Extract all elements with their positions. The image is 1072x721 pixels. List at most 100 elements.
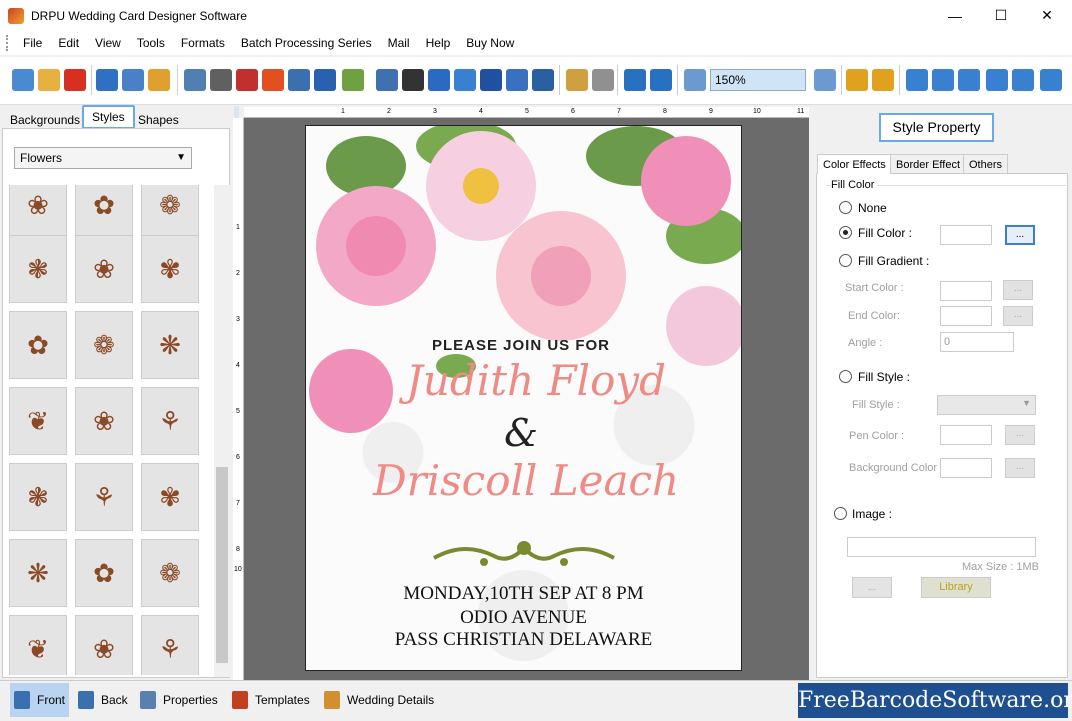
barcode-icon[interactable] <box>402 69 424 91</box>
style-thumbnail[interactable]: ⚘ <box>141 615 199 675</box>
style-thumbnail[interactable]: ✿ <box>75 539 133 607</box>
tab-others[interactable]: Others <box>963 154 1009 174</box>
style-thumbnail[interactable]: ❁ <box>141 185 199 239</box>
zoom-in-icon[interactable] <box>684 69 706 91</box>
fill-style-dropdown[interactable]: ▼ <box>937 395 1036 415</box>
tab-shapes[interactable]: Shapes <box>134 110 183 130</box>
background-color-swatch[interactable] <box>940 458 992 478</box>
style-thumbnail[interactable]: ✾ <box>141 235 199 303</box>
tab-styles[interactable]: Styles <box>82 105 135 129</box>
watermark-icon[interactable] <box>376 69 398 91</box>
fill-color-picker-button[interactable]: ... <box>1005 225 1035 245</box>
style-thumbnail[interactable]: ❀ <box>75 615 133 675</box>
none-radio[interactable] <box>839 201 852 214</box>
zoom-combo[interactable]: 150% <box>710 69 806 91</box>
tab-front[interactable]: Front <box>10 683 70 717</box>
close-doc-icon[interactable] <box>64 69 86 91</box>
start-color-picker-button[interactable]: ... <box>1003 280 1033 300</box>
redo-icon[interactable] <box>650 69 672 91</box>
menu-edit[interactable]: Edit <box>50 31 87 55</box>
batch-print-icon[interactable] <box>236 69 258 91</box>
word-art-icon[interactable] <box>454 69 476 91</box>
menu-buy-now[interactable]: Buy Now <box>458 31 522 55</box>
style-thumbnail[interactable]: ⚘ <box>141 387 199 455</box>
mail-icon[interactable] <box>506 69 528 91</box>
end-color-picker-button[interactable]: ... <box>1003 306 1033 326</box>
menu-mail[interactable]: Mail <box>380 31 418 55</box>
style-thumbnail[interactable]: ❋ <box>141 311 199 379</box>
style-thumbnail[interactable]: ❃ <box>9 463 67 531</box>
open-icon[interactable] <box>38 69 60 91</box>
menu-batch-processing[interactable]: Batch Processing Series <box>233 31 380 55</box>
image-icon[interactable] <box>288 69 310 91</box>
style-thumbnail[interactable]: ❦ <box>9 615 67 675</box>
arrow-down-icon[interactable] <box>1040 69 1062 91</box>
tab-border-effect[interactable]: Border Effect <box>890 154 966 174</box>
scrollbar-thumb[interactable] <box>216 467 228 663</box>
unlock-icon[interactable] <box>872 69 894 91</box>
menu-file[interactable]: File <box>15 31 50 55</box>
bride-name[interactable]: Judith Floyd <box>386 356 686 405</box>
export-icon[interactable] <box>148 69 170 91</box>
event-address-line1[interactable]: ODIO AVENUE <box>306 607 741 629</box>
minimize-button[interactable]: — <box>932 0 978 31</box>
zoom-out-icon[interactable] <box>814 69 836 91</box>
style-thumbnail[interactable]: ❋ <box>9 539 67 607</box>
styles-scrollbar[interactable] <box>214 185 230 677</box>
pen-color-swatch[interactable] <box>940 425 992 445</box>
style-thumbnail[interactable]: ❦ <box>9 387 67 455</box>
database-settings-icon[interactable] <box>592 69 614 91</box>
menu-help[interactable]: Help <box>418 31 459 55</box>
style-thumbnail[interactable]: ❀ <box>9 185 67 239</box>
signature-icon[interactable] <box>480 69 502 91</box>
database-icon[interactable] <box>566 69 588 91</box>
arrow-right-icon[interactable] <box>958 69 980 91</box>
new-icon[interactable] <box>12 69 34 91</box>
properties-icon[interactable] <box>184 69 206 91</box>
style-thumbnail[interactable]: ❁ <box>141 539 199 607</box>
menu-formats[interactable]: Formats <box>173 31 233 55</box>
fill-color-swatch[interactable] <box>940 225 992 245</box>
style-thumbnail[interactable]: ❁ <box>75 311 133 379</box>
gift-icon[interactable] <box>262 69 284 91</box>
tab-back[interactable]: Back <box>74 683 132 717</box>
align-icon[interactable] <box>1012 69 1034 91</box>
tab-backgrounds[interactable]: Backgrounds <box>6 110 84 130</box>
style-thumbnail[interactable]: ⚘ <box>75 463 133 531</box>
menu-tools[interactable]: Tools <box>129 31 173 55</box>
text-icon[interactable] <box>428 69 450 91</box>
style-thumbnail[interactable]: ✾ <box>141 463 199 531</box>
angle-spinner[interactable]: 0 <box>940 332 1014 352</box>
tab-properties[interactable]: Properties <box>136 683 222 717</box>
arrow-left-icon[interactable] <box>906 69 928 91</box>
fill-gradient-radio[interactable] <box>839 254 852 267</box>
start-color-swatch[interactable] <box>940 281 992 301</box>
groom-name[interactable]: Driscoll Leach <box>346 456 706 505</box>
library-button[interactable]: Library <box>921 577 991 598</box>
wedding-card[interactable]: PLEASE JOIN US FOR Judith Floyd & Drisco… <box>305 125 742 671</box>
flip-icon[interactable] <box>932 69 954 91</box>
tab-wedding-details[interactable]: Wedding Details <box>320 683 438 717</box>
end-color-swatch[interactable] <box>940 306 992 326</box>
invite-line[interactable]: PLEASE JOIN US FOR <box>416 337 626 354</box>
ornament-divider-graphic[interactable] <box>424 536 624 576</box>
tab-templates[interactable]: Templates <box>228 683 314 717</box>
event-date[interactable]: MONDAY,10TH SEP AT 8 PM <box>306 583 741 605</box>
style-thumbnail[interactable]: ✿ <box>75 185 133 239</box>
maximize-button[interactable]: ☐ <box>978 0 1024 31</box>
image-radio[interactable] <box>834 507 847 520</box>
print-icon[interactable] <box>210 69 232 91</box>
event-address-line2[interactable]: PASS CHRISTIAN DELAWARE <box>306 629 741 651</box>
menu-view[interactable]: View <box>87 31 129 55</box>
ampersand[interactable]: & <box>486 411 556 455</box>
picture-insert-icon[interactable] <box>342 69 364 91</box>
image-path-field[interactable] <box>847 537 1036 557</box>
fill-color-radio[interactable] <box>839 226 852 239</box>
background-color-picker-button[interactable]: ... <box>1005 458 1035 478</box>
style-thumbnail[interactable]: ❀ <box>75 387 133 455</box>
save-as-icon[interactable] <box>122 69 144 91</box>
style-thumbnail[interactable]: ❀ <box>75 235 133 303</box>
pen-color-picker-button[interactable]: ... <box>1005 425 1035 445</box>
save-icon[interactable] <box>96 69 118 91</box>
lock-icon[interactable] <box>846 69 868 91</box>
